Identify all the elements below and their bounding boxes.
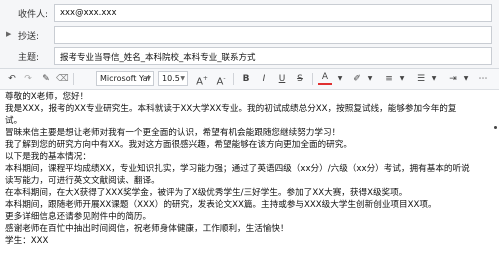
- more-icon[interactable]: ⋯: [476, 72, 490, 86]
- toolbar-divider: [73, 73, 74, 85]
- font-size-increase-icon[interactable]: A+: [195, 72, 209, 87]
- font-family-select[interactable]: Microsoft Yal ▼: [96, 71, 154, 86]
- body-line: 我了解到您的研究方向中有XX。我对这方面很感兴趣，希望能够在该方向更加全面的研究…: [5, 140, 352, 150]
- to-label: 收件人:: [18, 10, 49, 20]
- body-line: 更多详细信息还请参见附件中的简历。: [5, 212, 152, 222]
- toolbar-divider: [233, 73, 234, 85]
- scrollbar[interactable]: [492, 90, 499, 271]
- italic-icon[interactable]: I: [258, 72, 270, 86]
- expand-arrow-icon[interactable]: ▶: [6, 30, 11, 38]
- font-family-value: Microsoft Yal: [100, 74, 150, 83]
- to-field[interactable]: xxx@xxx.xxx: [54, 4, 492, 22]
- mail-body[interactable]: 尊敬的X老师，您好！ 我是XXX，报考的XX专业研究生。本科就读于XX大学XX专…: [0, 90, 490, 271]
- chevron-down-icon[interactable]: ▼: [336, 72, 344, 86]
- redo-icon[interactable]: ↷: [22, 72, 34, 86]
- list-icon[interactable]: ☰: [414, 72, 428, 86]
- highlight-icon[interactable]: ✐: [350, 72, 364, 86]
- subject-label: 主题:: [18, 53, 40, 63]
- format-painter-icon[interactable]: ✎: [40, 72, 52, 86]
- underline-icon[interactable]: U: [276, 72, 288, 86]
- body-line: 学生：XXX: [5, 236, 49, 246]
- body-line: 感谢老师在百忙中抽出时间阅信，祝老师身体健康，工作顺利，生活愉快！: [5, 224, 289, 234]
- format-toolbar: ↶ ↷ ✎ ⌫ Microsoft Yal ▼ 10.5 ▼ A+ A- B I U…: [0, 69, 499, 90]
- to-value: xxx@xxx.xxx: [60, 8, 117, 18]
- body-line: 本科期间，跟随老师开展XX课题（XXX）的研究，发表论文XX篇。主持或参与XXX…: [5, 200, 437, 210]
- body-line: 冒昧来信主要是想让老师对我有一个更全面的认识，希望有机会能跟随您继续努力学习！: [5, 128, 341, 138]
- chevron-down-icon: ▼: [180, 75, 185, 82]
- font-size-decrease-icon[interactable]: A-: [214, 72, 228, 87]
- align-icon[interactable]: ≡: [382, 72, 396, 86]
- font-size-value: 10.5: [162, 74, 180, 83]
- chevron-down-icon: ▼: [146, 75, 151, 82]
- cc-row: ▶ 抄送:: [0, 25, 499, 46]
- chevron-down-icon[interactable]: ▼: [462, 72, 470, 86]
- strikethrough-icon[interactable]: S: [294, 72, 306, 86]
- chevron-down-icon[interactable]: ▼: [398, 72, 406, 86]
- body-line: 在本科期间，在大X获得了XXX奖学金，被评为了X级优秀学生/三好学生。参加了XX…: [5, 188, 408, 198]
- indent-icon[interactable]: ⇥: [446, 72, 460, 86]
- subject-field[interactable]: 报考专业当导信_姓名_本科院校_本科专业_联系方式: [54, 47, 492, 65]
- chevron-down-icon[interactable]: ▼: [366, 72, 374, 86]
- bold-icon[interactable]: B: [240, 72, 252, 86]
- toolbar-divider: [312, 73, 313, 85]
- body-line: 试。: [5, 116, 23, 126]
- undo-icon[interactable]: ↶: [6, 72, 18, 86]
- cc-label: 抄送:: [18, 32, 40, 42]
- chevron-down-icon[interactable]: ▼: [430, 72, 438, 86]
- body-line: 我是XXX，报考的XX专业研究生。本科就读于XX大学XX专业。我的初试成绩总分X…: [5, 104, 457, 114]
- mail-header: 收件人: xxx@xxx.xxx ▶ 抄送: 主题: 报考专业当导信_姓名_本科…: [0, 0, 499, 68]
- clear-format-icon[interactable]: ⌫: [56, 72, 69, 86]
- body-line: 尊敬的X老师，您好！: [5, 92, 89, 102]
- body-line: 以下是我的基本情况：: [5, 152, 91, 162]
- subject-value: 报考专业当导信_姓名_本科院校_本科专业_联系方式: [60, 53, 256, 63]
- cc-field[interactable]: [54, 26, 492, 44]
- scrollbar-thumb[interactable]: [494, 126, 497, 129]
- to-row: 收件人: xxx@xxx.xxx: [0, 3, 499, 24]
- font-size-select[interactable]: 10.5 ▼: [158, 71, 188, 86]
- body-line: 读写能力，可进行英文文献阅读、翻译。: [5, 176, 160, 186]
- subject-row: 主题: 报考专业当导信_姓名_本科院校_本科专业_联系方式: [0, 46, 499, 67]
- font-color-icon[interactable]: A: [318, 72, 332, 85]
- body-line: 本科期间，课程平均成绩XX，专业知识扎实，学习能力强；通过了英语四级（xx分）/…: [5, 164, 470, 174]
